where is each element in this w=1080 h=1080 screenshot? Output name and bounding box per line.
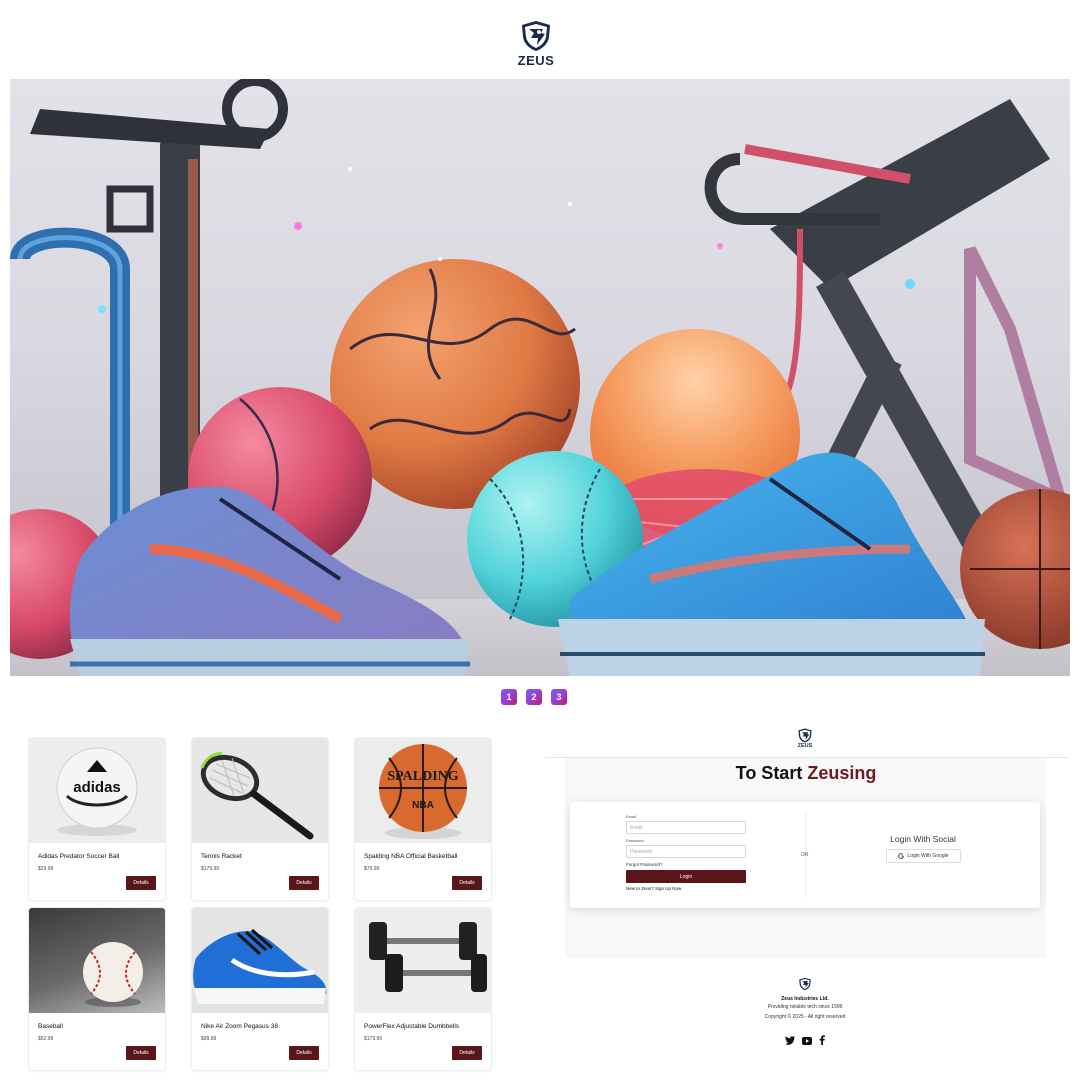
login-logo[interactable]: ZEUS [795, 728, 815, 749]
details-button[interactable]: Details [126, 1046, 156, 1060]
product-name: Tennis Racket [201, 853, 242, 860]
footer-social-links [785, 1032, 825, 1050]
carousel-page-1[interactable]: 1 [501, 689, 517, 705]
hero-sports-illustration [10, 79, 1070, 676]
details-button[interactable]: Details [452, 876, 482, 890]
google-login-label: Login With Google [907, 853, 949, 859]
product-name: PowerFlex Adjustable Dumbbells [364, 1023, 460, 1030]
shield-crest-icon [798, 728, 812, 743]
shield-crest-icon [522, 21, 550, 51]
product-price: $29.99 [38, 866, 54, 872]
product-name: Spalding NBA Official Basketball [364, 853, 458, 860]
email-field[interactable]: Email [626, 821, 746, 834]
brand-name: ZEUS [517, 53, 555, 68]
facebook-icon[interactable] [819, 1032, 825, 1050]
product-card: PowerFlex Adjustable Dumbbells $179.99 D… [355, 908, 491, 1070]
product-image [192, 738, 328, 843]
product-price: $99.99 [201, 1036, 217, 1042]
login-title-prefix: To Start [735, 763, 808, 783]
login-button[interactable]: Login [626, 870, 746, 883]
or-label: OR [801, 852, 809, 858]
signup-link[interactable]: New to Zeus? Sign Up Now [626, 886, 746, 891]
carousel-page-2[interactable]: 2 [526, 689, 542, 705]
product-image [355, 908, 491, 1013]
social-login-title: Login With Social [890, 834, 956, 844]
site-footer: Zeus Industries Ltd. Providing reliable … [735, 976, 875, 1050]
login-title: To Start Zeusing [0, 763, 1080, 784]
email-label: Email [626, 814, 637, 819]
product-price: $79.99 [364, 866, 380, 872]
footer-copyright: Copyright © 2025 - All right reserved [764, 1014, 846, 1020]
product-name: Nike Air Zoom Pegasus 38 [201, 1023, 278, 1030]
login-form: Email Email Password Password Forgot Pas… [626, 814, 746, 891]
footer-company: Zeus Industries Ltd. [781, 996, 829, 1002]
hero-banner [10, 79, 1070, 676]
product-image: adidas [29, 738, 165, 843]
product-card: Nike Air Zoom Pegasus 38 $99.99 Details [192, 908, 328, 1070]
details-button[interactable]: Details [126, 876, 156, 890]
details-button[interactable]: Details [289, 1046, 319, 1060]
product-image [192, 908, 328, 1013]
footer-tagline: Providing reliable tech since 1999 [767, 1004, 843, 1010]
product-price: $179.99 [364, 1036, 383, 1042]
forgot-password-link[interactable]: Forgot Password? [626, 862, 746, 867]
twitter-icon[interactable] [785, 1032, 795, 1050]
google-icon [898, 853, 905, 859]
svg-text:NBA: NBA [412, 800, 434, 811]
login-title-accent: Zeusing [807, 763, 877, 783]
product-image: SPALDING NBA [355, 738, 491, 843]
product-grid: adidas Adidas Predator Soccer Ball $29.9… [29, 738, 491, 1070]
carousel-page-3[interactable]: 3 [551, 689, 567, 705]
details-button[interactable]: Details [289, 876, 319, 890]
password-label: Password [626, 838, 644, 843]
product-price: $179.99 [201, 866, 220, 872]
product-name: Baseball [38, 1023, 63, 1030]
basketball-icon: SPALDING NBA [379, 744, 467, 839]
login-logo-text: ZEUS [797, 743, 813, 749]
soccer-ball-icon: adidas [56, 747, 138, 836]
login-card: Email Email Password Password Forgot Pas… [570, 802, 1040, 908]
product-image [29, 908, 165, 1013]
footer-logo-icon [799, 977, 811, 991]
google-login-button[interactable]: Login With Google [886, 849, 961, 863]
product-price: $52.99 [38, 1036, 54, 1042]
youtube-icon[interactable] [802, 1032, 812, 1050]
tennis-racket-icon [200, 752, 314, 840]
baseball-icon [83, 942, 143, 1007]
product-name: Adidas Predator Soccer Ball [38, 853, 120, 860]
running-shoe-icon [193, 928, 327, 1004]
site-header: ZEUS [0, 0, 1080, 78]
details-button[interactable]: Details [452, 1046, 482, 1060]
zeus-logo[interactable]: ZEUS [516, 20, 556, 68]
password-field[interactable]: Password [626, 845, 746, 858]
dumbbells-icon [369, 922, 487, 992]
product-card: Baseball $52.99 Details [29, 908, 165, 1070]
carousel-pagination: 1 2 3 [501, 689, 567, 705]
